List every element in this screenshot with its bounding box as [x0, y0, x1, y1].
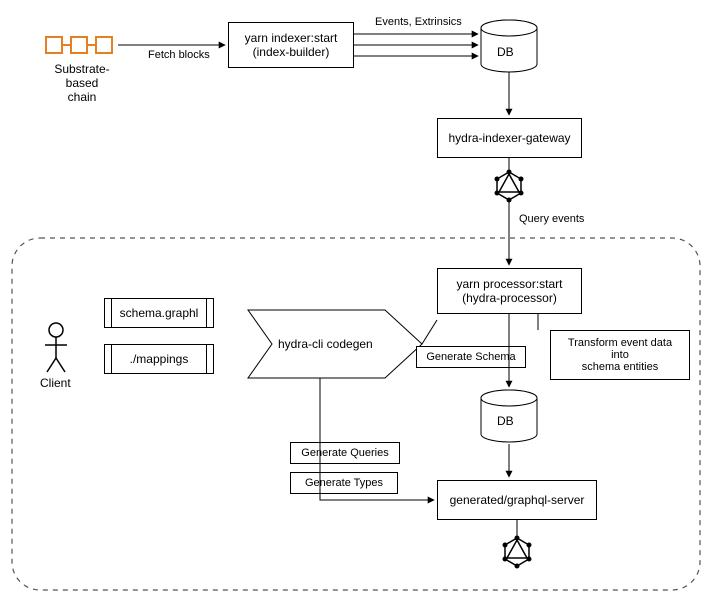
transform-box: Transform event data into schema entitie…: [550, 330, 690, 380]
gen-types-box: Generate Types: [290, 472, 398, 494]
db2-label: DB: [497, 414, 514, 428]
substrate-chain-label: Substrate- based chain: [42, 62, 122, 104]
codegen-label: hydra-cli codegen: [278, 337, 373, 351]
substrate-chain-icon: [45, 36, 113, 54]
db1-label: DB: [497, 45, 514, 59]
gql-server-box: generated/graphql-server: [437, 480, 597, 520]
mappings-file-label: ./mappings: [130, 352, 189, 366]
indexer-box: yarn indexer:start (index-builder): [228, 22, 354, 68]
schema-file-label: schema.graphl: [120, 306, 199, 320]
client-icon: [45, 323, 67, 372]
gen-schema-box: Generate Schema: [416, 346, 526, 368]
schema-file-card: schema.graphl: [104, 298, 214, 328]
client-label: Client: [40, 376, 71, 390]
processor-box: yarn processor:start (hydra-processor): [437, 268, 582, 314]
fetch-blocks-label: Fetch blocks: [148, 49, 210, 61]
gateway-box: hydra-indexer-gateway: [437, 118, 582, 158]
mappings-file-card: ./mappings: [104, 344, 214, 374]
gen-queries-box: Generate Queries: [290, 442, 400, 464]
query-events-label: Query events: [519, 213, 584, 225]
events-extrinsics-label: Events, Extrinsics: [375, 16, 462, 28]
